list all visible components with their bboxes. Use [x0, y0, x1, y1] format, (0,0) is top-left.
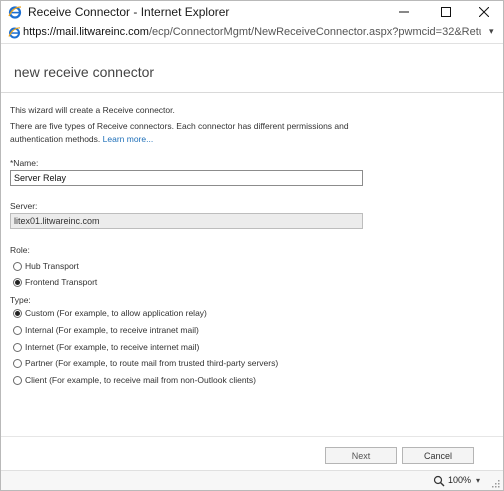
intro-description-text: There are five types of Receive connecto… — [10, 121, 349, 144]
intro-text: This wizard will create a Receive connec… — [10, 105, 175, 115]
name-input[interactable] — [10, 170, 363, 186]
minimize-button[interactable] — [387, 1, 421, 23]
radio-button[interactable] — [13, 261, 22, 271]
type-option-internal[interactable]: Internal (For example, to receive intran… — [13, 325, 199, 335]
page-title: new receive connector — [14, 64, 155, 80]
role-option-frontend-transport[interactable]: Frontend Transport — [13, 277, 97, 287]
type-label: Type: — [10, 295, 31, 305]
zoom-level[interactable]: 100% — [448, 475, 471, 485]
footer-divider — [1, 436, 503, 437]
next-button[interactable]: Next — [325, 447, 397, 464]
cancel-button[interactable]: Cancel — [402, 447, 474, 464]
url-field[interactable]: https://mail.litwareinc.com/ecp/Connecto… — [23, 26, 481, 38]
radio-button[interactable] — [13, 375, 22, 385]
type-option-label: Internet (For example, to receive intern… — [25, 342, 200, 352]
page-icon — [8, 27, 21, 39]
radio-button[interactable] — [13, 342, 22, 352]
role-label: Role: — [10, 245, 30, 255]
type-option-label: Custom (For example, to allow applicatio… — [25, 308, 207, 318]
window-title: Receive Connector - Internet Explorer — [28, 5, 230, 19]
radio-button-selected[interactable] — [13, 308, 22, 318]
maximize-icon — [441, 7, 451, 17]
zoom-dropdown-icon[interactable]: ▾ — [476, 476, 480, 485]
intro-description: There are five types of Receive connecto… — [10, 120, 360, 145]
resize-grip-icon[interactable] — [491, 479, 501, 489]
wizard-content: new receive connector This wizard will c… — [1, 44, 503, 470]
role-option-hub-transport[interactable]: Hub Transport — [13, 261, 79, 271]
maximize-button[interactable] — [429, 1, 463, 23]
type-option-custom[interactable]: Custom (For example, to allow applicatio… — [13, 308, 207, 318]
close-icon — [479, 7, 489, 17]
role-option-label: Hub Transport — [25, 261, 79, 271]
type-option-label: Partner (For example, to route mail from… — [25, 358, 279, 368]
internet-explorer-icon — [8, 6, 22, 19]
type-option-label: Client (For example, to receive mail fro… — [25, 375, 256, 385]
title-bar: Receive Connector - Internet Explorer — [1, 1, 503, 23]
role-option-label: Frontend Transport — [25, 277, 98, 287]
server-field — [10, 213, 363, 229]
type-option-internet[interactable]: Internet (For example, to receive intern… — [13, 342, 199, 352]
type-option-client[interactable]: Client (For example, to receive mail fro… — [13, 375, 256, 385]
radio-button-selected[interactable] — [13, 277, 22, 287]
type-option-partner[interactable]: Partner (For example, to route mail from… — [13, 358, 278, 368]
url-path: /ecp/ConnectorMgmt/NewReceiveConnector.a… — [148, 26, 481, 38]
address-bar[interactable]: https://mail.litwareinc.com/ecp/Connecto… — [1, 23, 503, 43]
title-divider — [1, 92, 503, 93]
server-label: Server: — [10, 201, 38, 211]
radio-button[interactable] — [13, 358, 22, 368]
radio-button[interactable] — [13, 325, 22, 335]
zoom-icon[interactable] — [433, 475, 445, 487]
minimize-icon — [399, 11, 409, 13]
status-bar: 100% ▾ — [1, 470, 503, 490]
type-option-label: Internal (For example, to receive intran… — [25, 325, 199, 335]
learn-more-link[interactable]: Learn more... — [103, 134, 154, 144]
url-host: https://mail.litwareinc.com — [23, 26, 149, 38]
address-dropdown-icon[interactable]: ▾ — [489, 26, 494, 37]
name-label: *Name: — [10, 158, 39, 168]
browser-window: Receive Connector - Internet Explorer ht… — [0, 0, 504, 491]
close-button[interactable] — [467, 1, 501, 23]
